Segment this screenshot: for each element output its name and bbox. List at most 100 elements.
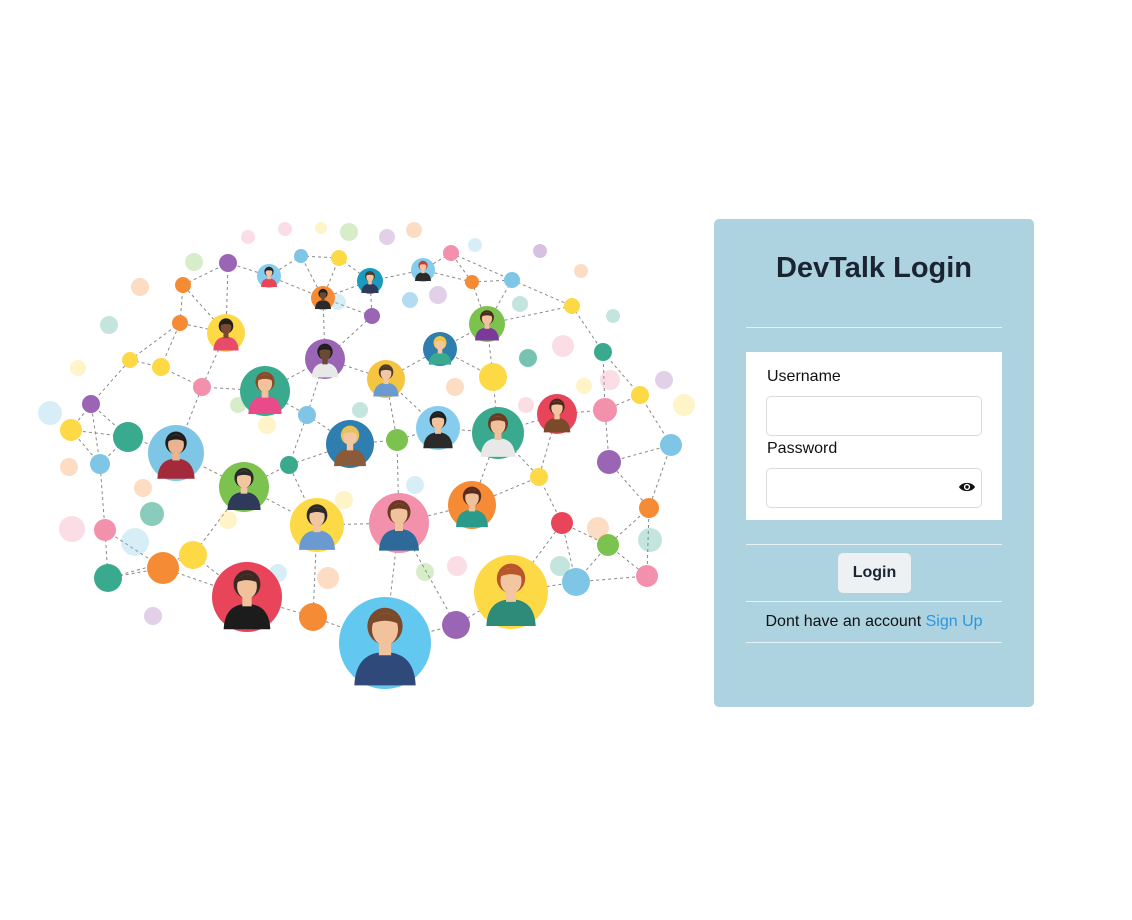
network-dot [315,222,327,234]
network-dot [639,498,659,518]
network-dot [512,296,528,312]
login-button[interactable]: Login [838,553,911,593]
person-avatar-icon [305,339,345,379]
network-dot [193,378,211,396]
person-avatar-icon [290,498,344,552]
network-dot [550,556,570,576]
login-card: DevTalk Login Username Password Login Do… [714,219,1034,707]
network-dot [379,229,395,245]
network-dot [59,516,85,542]
network-dot [406,222,422,238]
network-dot [593,398,617,422]
person-avatar-icon [472,407,524,459]
network-dot [468,238,482,252]
network-dot [533,244,547,258]
network-dot [121,528,149,556]
network-dot [406,476,424,494]
network-dot [258,416,276,434]
network-dot [219,511,237,529]
network-dot [144,607,162,625]
network-dot [335,491,353,509]
person-avatar-icon [207,314,245,352]
network-dot [479,363,507,391]
person-avatar-icon [448,481,496,529]
person-avatar-icon [357,268,383,294]
network-dot [134,479,152,497]
password-input[interactable] [766,468,982,508]
person-avatar-icon [148,425,204,481]
network-dot [660,434,682,456]
network-dot [60,419,82,441]
network-dot [131,278,149,296]
network-dot [278,222,292,236]
network-dot [447,556,467,576]
divider [746,544,1002,545]
network-dot [317,567,339,589]
network-dot [113,422,143,452]
network-dot [299,603,327,631]
network-dot [90,454,110,474]
signup-link[interactable]: Sign Up [926,613,983,630]
network-dot [140,502,164,526]
network-dot [352,402,368,418]
network-dot [594,343,612,361]
person-avatar-icon [339,597,431,689]
divider [746,642,1002,643]
network-dot [518,397,534,413]
network-dot [38,401,62,425]
network-dot [429,286,447,304]
network-dot [504,272,520,288]
network-dot [519,349,537,367]
network-dot [442,611,470,639]
person-avatar-icon [219,462,269,512]
person-avatar-icon [367,360,405,398]
username-label: Username [767,368,841,385]
person-avatar-icon [423,332,457,366]
login-title: DevTalk Login [775,252,973,284]
network-dot [172,315,188,331]
network-dot [576,378,592,394]
network-dot [530,468,548,486]
network-dot [386,429,408,451]
network-dot [416,563,434,581]
username-input[interactable] [766,396,982,436]
network-dot [100,316,118,334]
network-dot [465,275,479,289]
network-dot [597,450,621,474]
network-dot [564,298,580,314]
divider [746,601,1002,602]
network-dot [122,352,138,368]
network-dot [294,249,308,263]
network-dot [185,253,203,271]
eye-icon[interactable] [958,480,976,494]
network-dot [402,292,418,308]
password-label: Password [767,440,838,457]
network-dot [552,335,574,357]
login-form: Username Password [746,352,1002,520]
network-dot [175,277,191,293]
network-svg [38,222,695,689]
person-avatar-icon [257,264,281,288]
person-avatar-icon [212,562,282,632]
person-avatar-icon [369,493,429,553]
signup-prompt-text: Dont have an account [765,613,926,630]
network-dot [638,528,662,552]
network-dot [60,458,78,476]
network-dot [94,519,116,541]
network-dot [219,254,237,272]
network-dot [70,360,86,376]
network-dot [446,378,464,396]
network-dot [94,564,122,592]
network-dot [147,552,179,584]
person-avatar-icon [474,555,548,629]
signup-prompt: Dont have an account Sign Up [714,613,1034,631]
network-dot [631,386,649,404]
person-avatar-icon [469,306,505,342]
network-dot [606,309,620,323]
network-dot [241,230,255,244]
network-dot [331,250,347,266]
network-dot [443,245,459,261]
people-network-illustration [38,212,702,712]
network-dot [600,370,620,390]
network-dot [364,308,380,324]
